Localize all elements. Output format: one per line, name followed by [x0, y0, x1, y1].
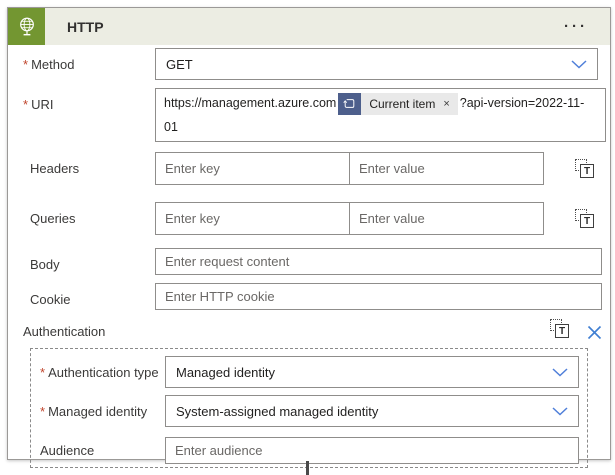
managed-identity-row: *Managed identity System-assigned manage…: [40, 395, 579, 427]
text-mode-icon: T: [550, 319, 570, 339]
uri-text-before: https://management.azure.com: [164, 96, 336, 110]
http-connector-globe-icon: [8, 8, 45, 45]
authentication-text-mode-button[interactable]: T: [550, 319, 570, 344]
authentication-type-label: *Authentication type: [40, 356, 165, 380]
authentication-type-row: *Authentication type Managed identity: [40, 356, 579, 388]
authentication-section: *Authentication type Managed identity *M…: [30, 348, 588, 468]
required-marker: *: [40, 404, 45, 419]
managed-identity-dropdown[interactable]: System-assigned managed identity: [165, 395, 579, 427]
headers-value-input[interactable]: [349, 152, 544, 185]
audience-input[interactable]: [165, 437, 579, 464]
audience-row: Audience: [40, 434, 579, 464]
body-input[interactable]: [155, 248, 602, 275]
chevron-down-icon: [552, 368, 568, 377]
current-item-token[interactable]: Current item ×: [338, 93, 457, 115]
chevron-down-icon: [552, 407, 568, 416]
text-mode-icon-glyph: T: [555, 324, 569, 338]
queries-key-value-pair: [155, 202, 544, 235]
authentication-type-value: Managed identity: [176, 365, 275, 380]
authentication-label: Authentication: [15, 324, 105, 339]
queries-value-input[interactable]: [349, 202, 544, 235]
method-label-text: Method: [31, 57, 74, 72]
managed-identity-label: *Managed identity: [40, 395, 165, 419]
ellipsis-menu-button[interactable]: ···: [564, 19, 588, 34]
card-title: HTTP: [67, 19, 104, 35]
headers-row: Headers T: [15, 152, 598, 185]
headers-text-mode-button[interactable]: T: [575, 152, 595, 184]
managed-identity-label-text: Managed identity: [48, 404, 147, 419]
uri-label-text: URI: [31, 97, 53, 112]
queries-key-input[interactable]: [155, 202, 350, 235]
queries-text-mode-button[interactable]: T: [575, 202, 595, 234]
token-remove-button[interactable]: ×: [443, 92, 449, 116]
uri-input[interactable]: https://management.azure.com Current item…: [155, 88, 606, 142]
card-body: *Method GET *URI https://management.azur…: [8, 48, 610, 468]
cookie-row: Cookie: [15, 283, 602, 310]
text-mode-icon: T: [575, 159, 595, 179]
queries-row: Queries T: [15, 202, 598, 235]
authentication-type-label-text: Authentication type: [48, 365, 159, 380]
text-mode-icon-glyph: T: [580, 214, 594, 228]
card-header[interactable]: HTTP ···: [8, 8, 610, 45]
authentication-close-button[interactable]: [587, 323, 602, 340]
token-chip-body: Current item ×: [361, 93, 457, 115]
designer-canvas: HTTP ··· *Method GET *URI: [0, 0, 615, 475]
managed-identity-value: System-assigned managed identity: [176, 404, 378, 419]
text-mode-icon-glyph: T: [580, 164, 594, 178]
body-row: Body: [15, 248, 602, 275]
headers-key-value-pair: [155, 152, 544, 185]
method-row: *Method GET: [15, 48, 598, 80]
text-mode-icon: T: [575, 209, 595, 229]
headers-label: Headers: [15, 152, 155, 176]
required-marker: *: [40, 365, 45, 380]
token-label: Current item: [369, 92, 435, 116]
authentication-header-row: Authentication T: [15, 319, 605, 344]
headers-key-input[interactable]: [155, 152, 350, 185]
queries-label: Queries: [15, 202, 155, 226]
required-marker: *: [23, 97, 28, 112]
uri-row: *URI https://management.azure.com Current…: [15, 88, 606, 142]
cookie-label: Cookie: [15, 283, 155, 307]
authentication-type-dropdown[interactable]: Managed identity: [165, 356, 579, 388]
connector-line: [306, 461, 309, 475]
chevron-down-icon: [571, 60, 587, 69]
audience-label: Audience: [40, 434, 165, 458]
uri-label: *URI: [15, 88, 155, 112]
cookie-input[interactable]: [155, 283, 602, 310]
method-label: *Method: [15, 48, 155, 72]
method-value: GET: [166, 57, 193, 72]
close-icon: [587, 325, 602, 340]
method-dropdown[interactable]: GET: [155, 48, 598, 80]
http-action-card: HTTP ··· *Method GET *URI: [7, 7, 611, 460]
loop-icon: [338, 93, 361, 115]
body-label: Body: [15, 248, 155, 272]
required-marker: *: [23, 57, 28, 72]
